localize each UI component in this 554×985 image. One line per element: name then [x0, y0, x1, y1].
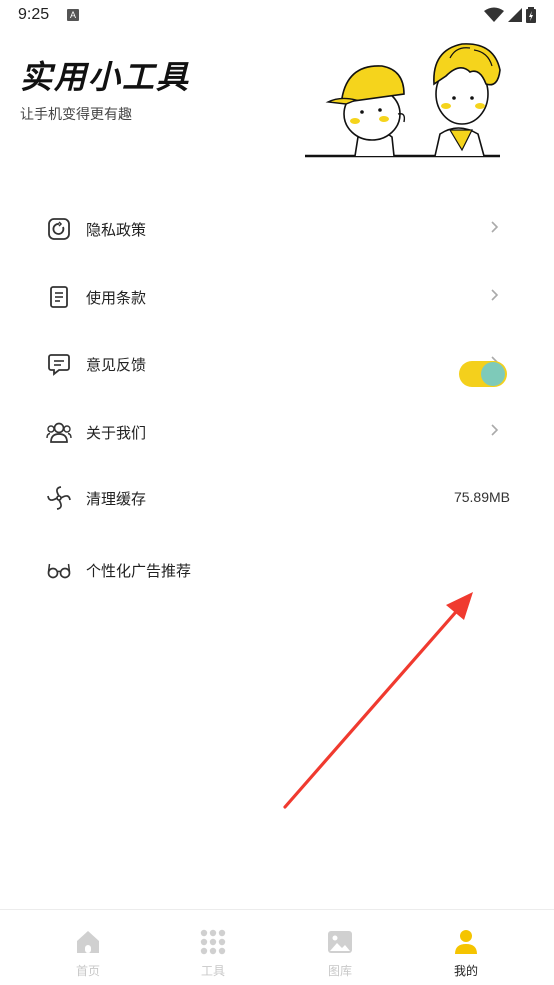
person-icon [455, 930, 477, 954]
menu-item-terms[interactable]: 使用条款 [0, 270, 554, 324]
tab-label: 我的 [453, 964, 478, 978]
image-icon [328, 931, 352, 953]
tab-label: 图库 [327, 964, 352, 978]
fan-icon [47, 486, 71, 510]
menu-item-clear-cache[interactable]: 清理缓存 75.89MB [0, 471, 554, 525]
tab-tools[interactable]: 工具 [144, 910, 282, 985]
wifi-icon [484, 7, 504, 22]
document-icon [50, 286, 68, 308]
status-time: 9:25 [18, 6, 50, 23]
grid-icon [200, 929, 226, 955]
cartoon-illustration [305, 43, 501, 158]
menu-item-label: 关于我们 [86, 424, 147, 442]
home-icon [77, 931, 99, 953]
cache-size-value: 75.89MB [453, 489, 510, 505]
menu-item-about[interactable]: 关于我们 [0, 405, 554, 459]
chevron-right-icon [491, 221, 499, 233]
notification-badge: A [67, 9, 79, 21]
tab-label: 工具 [200, 964, 225, 978]
chevron-right-icon [491, 289, 499, 301]
status-icons [484, 7, 536, 23]
tab-gallery[interactable]: 图库 [271, 910, 409, 985]
battery-icon [526, 7, 536, 23]
menu-item-label: 使用条款 [86, 289, 147, 307]
menu-item-label: 意见反馈 [86, 356, 147, 374]
tab-home[interactable]: 首页 [19, 910, 157, 985]
toggle-knob [481, 362, 505, 386]
instagram-like-icon [48, 218, 70, 240]
message-icon [48, 354, 70, 376]
personalized-ads-toggle[interactable] [459, 361, 507, 387]
menu-item-label: 清理缓存 [86, 490, 147, 508]
people-icon [46, 422, 72, 443]
chevron-right-icon [491, 424, 499, 436]
bottom-tab-bar: 首页 工具 图库 我的 [0, 909, 554, 985]
page-subtitle: 让手机变得更有趣 [20, 107, 132, 123]
signal-icon [508, 8, 522, 22]
glasses-icon [47, 563, 71, 579]
page-title: 实用小工具 [20, 58, 191, 96]
tab-label: 首页 [75, 964, 100, 978]
menu-item-privacy[interactable]: 隐私政策 [0, 202, 554, 256]
status-bar: 9:25 A [0, 0, 554, 32]
tab-mine[interactable]: 我的 [397, 910, 535, 985]
menu-item-personalized-ads[interactable]: 个性化广告推荐 [0, 543, 554, 597]
menu-item-label: 隐私政策 [86, 221, 147, 239]
menu-item-label: 个性化广告推荐 [86, 562, 192, 580]
